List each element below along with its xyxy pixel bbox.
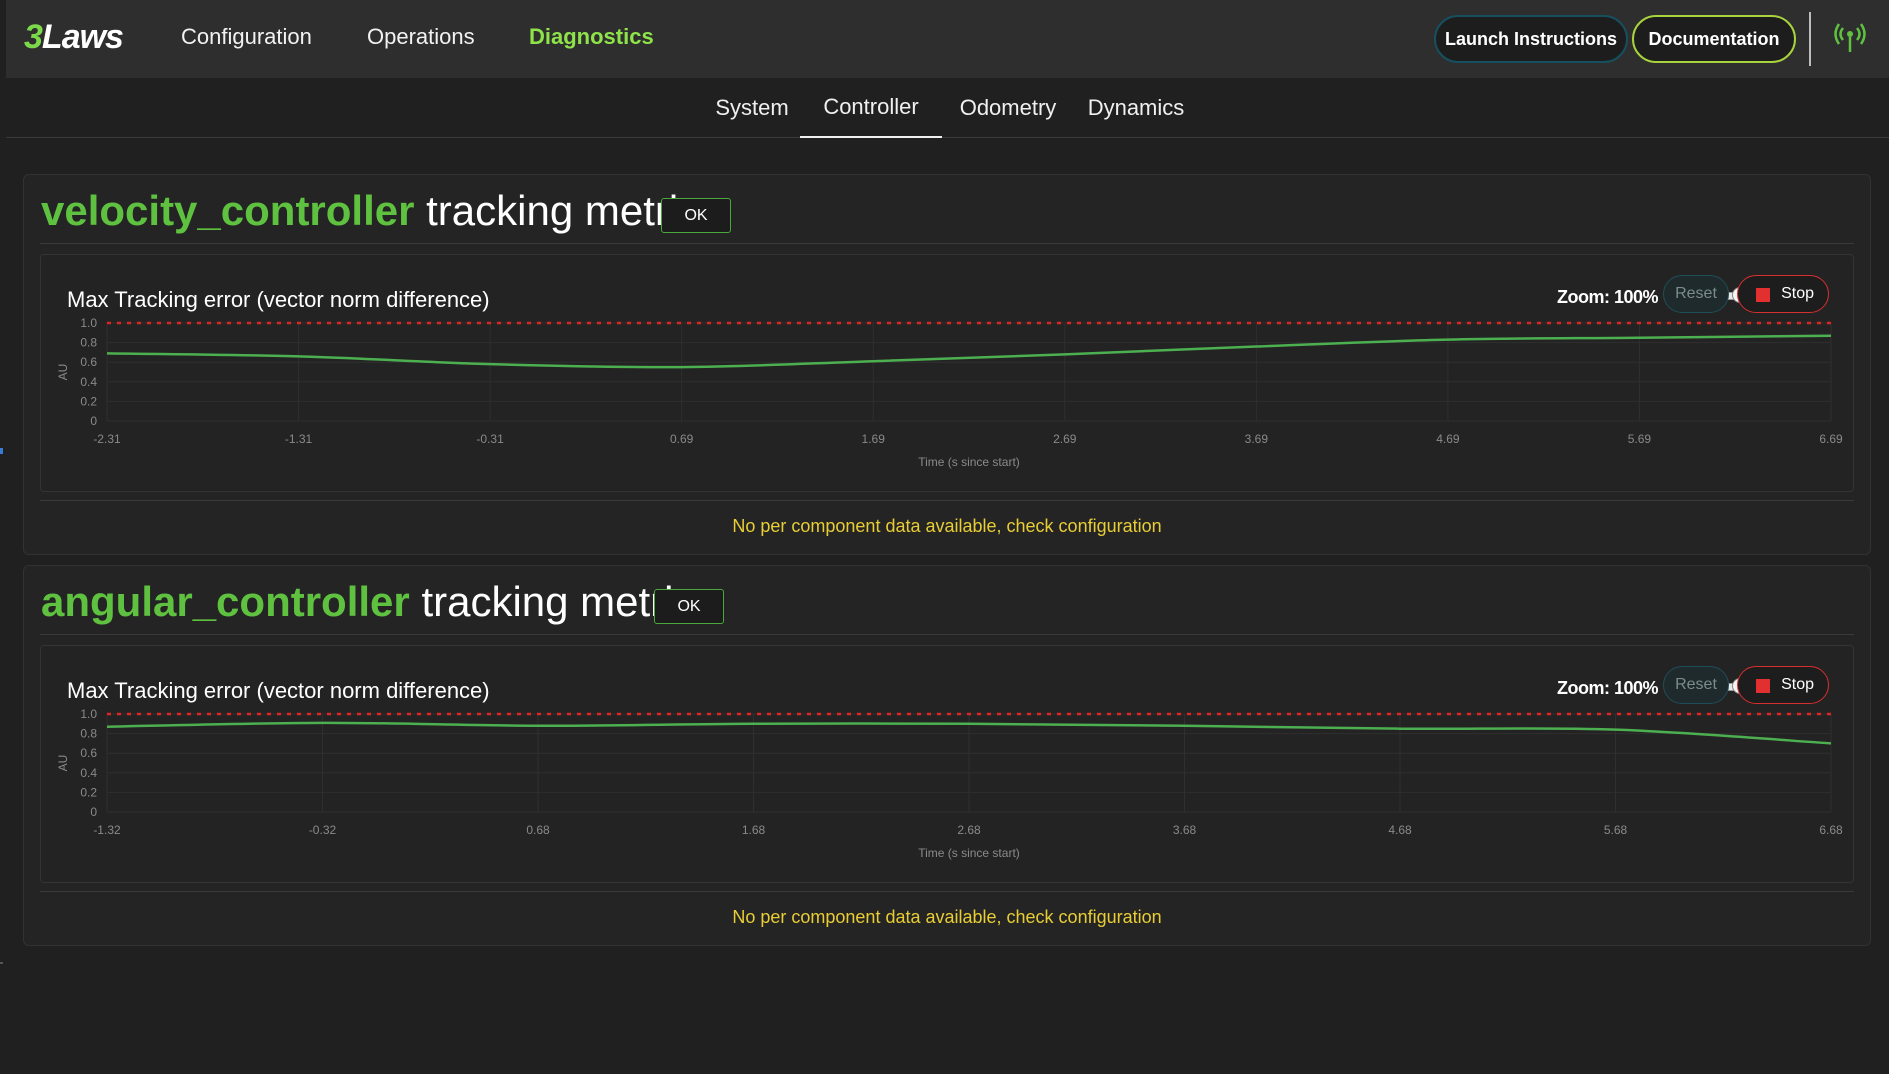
reset-button[interactable]: Reset (1663, 275, 1729, 313)
y-axis-label: AU (56, 755, 70, 772)
velocity-controller-section: velocity_controller tracking metrics OK … (23, 174, 1871, 555)
divider (40, 891, 1854, 892)
divider (40, 243, 1854, 244)
y-tick-label: 1.0 (80, 316, 97, 330)
nav-operations[interactable]: Operations (367, 24, 475, 50)
tracking-error-chart-card: Max Tracking error (vector norm differen… (40, 254, 1854, 492)
tab-controller[interactable]: Controller (800, 78, 942, 138)
logo-number: 3 (24, 18, 43, 56)
y-tick-label: 0.2 (80, 394, 97, 408)
documentation-button[interactable]: Documentation (1632, 15, 1796, 63)
x-axis-label: Time (s since start) (918, 846, 1020, 860)
section-title: velocity_controller tracking metrics (41, 187, 720, 235)
divider (40, 500, 1854, 501)
launch-instructions-button[interactable]: Launch Instructions (1434, 15, 1628, 63)
y-axis-label: AU (56, 364, 70, 381)
y-tick-label: 0.8 (80, 336, 97, 350)
x-tick-label: -1.32 (93, 823, 121, 837)
no-data-warning: No per component data available, check c… (732, 516, 1162, 536)
stop-label: Stop (1781, 285, 1814, 302)
x-tick-label: 6.69 (1819, 432, 1843, 446)
reset-button[interactable]: Reset (1663, 666, 1729, 704)
x-tick-label: -1.31 (285, 432, 313, 446)
x-tick-label: 4.69 (1436, 432, 1460, 446)
x-tick-label: -2.31 (93, 432, 121, 446)
divider (40, 634, 1854, 635)
tab-odometry[interactable]: Odometry (942, 78, 1074, 138)
controller-name: velocity_controller (41, 187, 415, 234)
diagnostics-subnav: System Controller Odometry Dynamics (6, 78, 1889, 138)
stop-button[interactable]: Stop (1737, 666, 1829, 704)
x-tick-label: 3.69 (1245, 432, 1269, 446)
x-tick-label: 2.68 (957, 823, 981, 837)
x-tick-label: -0.32 (309, 823, 337, 837)
y-tick-label: 0.8 (80, 727, 97, 741)
y-tick-label: 0 (90, 414, 97, 428)
x-tick-label: -0.31 (476, 432, 504, 446)
status-badge: OK (661, 198, 731, 233)
angular-controller-section: angular_controller tracking metrics OK M… (23, 565, 1871, 946)
x-tick-label: 5.68 (1604, 823, 1628, 837)
x-tick-label: 4.68 (1388, 823, 1412, 837)
x-axis-label: Time (s since start) (918, 455, 1020, 469)
x-tick-label: 0.69 (670, 432, 694, 446)
stop-icon (1756, 679, 1770, 693)
y-tick-label: 0.4 (80, 375, 97, 389)
x-tick-label: 1.68 (742, 823, 766, 837)
navbar-divider (1809, 12, 1811, 66)
controller-name: angular_controller (41, 578, 410, 625)
stop-label: Stop (1781, 676, 1814, 693)
y-tick-label: 1.0 (80, 707, 97, 721)
x-tick-label: 3.68 (1173, 823, 1197, 837)
no-data-warning: No per component data available, check c… (732, 907, 1162, 927)
nav-configuration[interactable]: Configuration (181, 24, 312, 50)
stop-button[interactable]: Stop (1737, 275, 1829, 313)
section-title: angular_controller tracking metrics (41, 578, 716, 626)
zoom-label: Zoom: 100% (1557, 287, 1659, 307)
status-badge: OK (654, 589, 724, 624)
x-tick-label: 1.69 (862, 432, 886, 446)
top-navbar: 3Laws Configuration Operations Diagnosti… (6, 0, 1889, 78)
x-tick-label: 5.69 (1628, 432, 1652, 446)
tracking-error-chart: 0 0.2 0.4 0.6 0.8 1.0 -2.31 -1.31 -0.31 0.69 1.69 2… (56, 316, 1843, 469)
y-tick-label: 0.2 (80, 785, 97, 799)
tracking-error-chart: 0 0.2 0.4 0.6 0.8 1.0 -1.32 -0.32 0.68 1.68 2.68 3.… (56, 707, 1843, 860)
chart-title: Max Tracking error (vector norm differen… (67, 678, 490, 703)
y-tick-label: 0 (90, 805, 97, 819)
scroll-marker (0, 448, 3, 454)
stop-icon (1756, 288, 1770, 302)
y-tick-label: 0.6 (80, 355, 97, 369)
y-tick-label: 0.6 (80, 746, 97, 760)
x-tick-label: 0.68 (526, 823, 550, 837)
radio-tower-icon[interactable] (1832, 20, 1868, 56)
logo-word: Laws (41, 18, 124, 56)
tracking-error-chart-card: Max Tracking error (vector norm differen… (40, 645, 1854, 883)
tab-dynamics[interactable]: Dynamics (1074, 78, 1198, 138)
nav-diagnostics[interactable]: Diagnostics (529, 24, 654, 50)
app-logo[interactable]: 3Laws (24, 18, 124, 57)
x-tick-label: 2.69 (1053, 432, 1077, 446)
x-tick-label: 6.68 (1819, 823, 1843, 837)
tab-system[interactable]: System (699, 78, 805, 138)
chart-title: Max Tracking error (vector norm differen… (67, 287, 490, 312)
y-tick-label: 0.4 (80, 766, 97, 780)
scroll-marker (0, 962, 3, 964)
zoom-label: Zoom: 100% (1557, 678, 1659, 698)
